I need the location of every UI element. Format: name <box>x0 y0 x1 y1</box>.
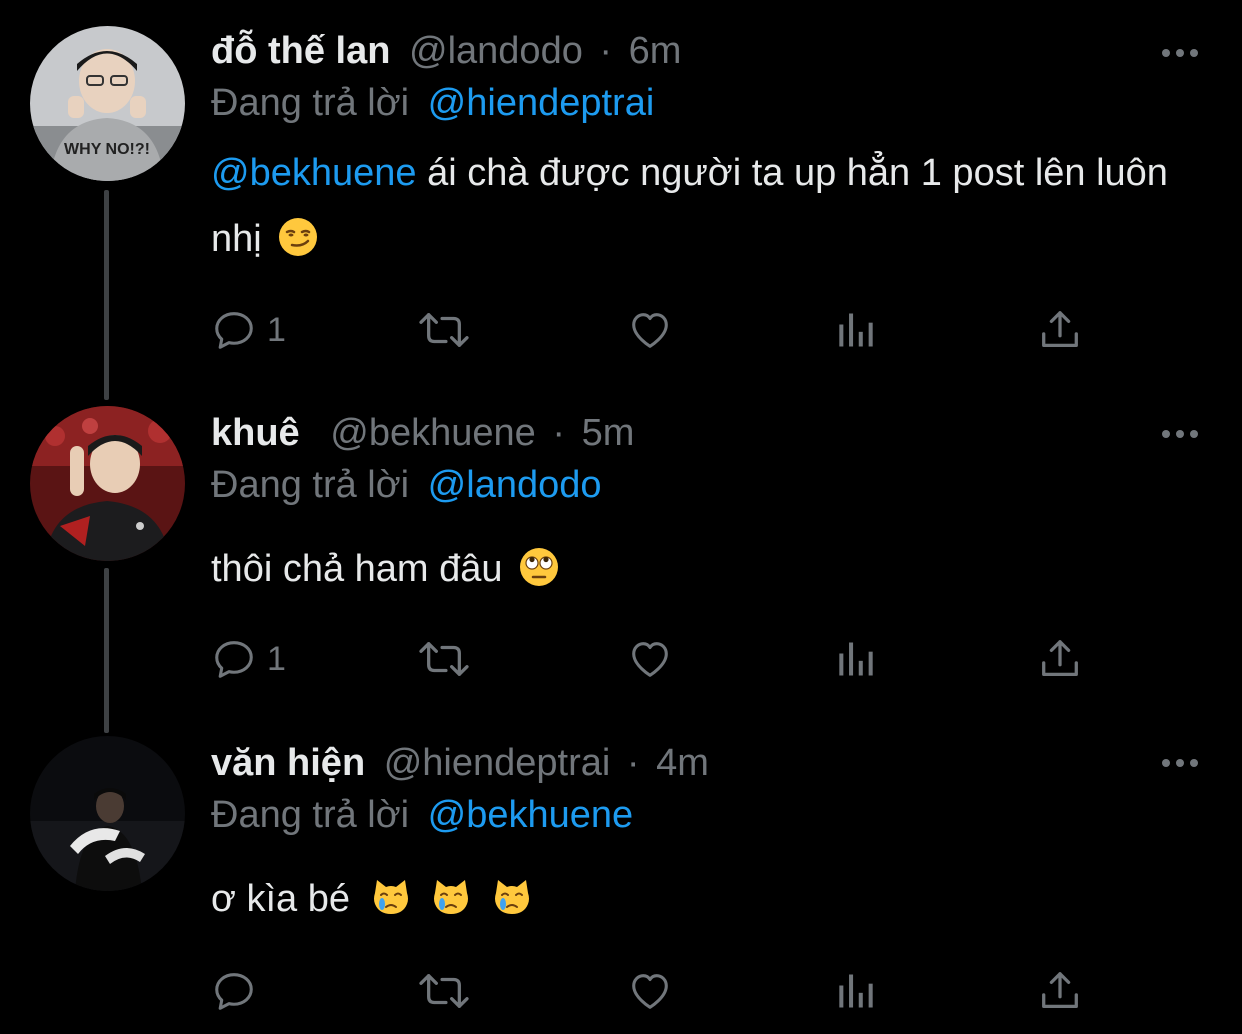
thread-line <box>104 568 109 733</box>
mention-link[interactable]: @bekhuene <box>211 152 417 194</box>
like-button[interactable] <box>626 305 674 355</box>
retweet-icon <box>419 642 469 676</box>
share-icon <box>1042 311 1078 347</box>
replying-to: Đang trả lời @landodo <box>211 462 602 508</box>
replying-to-label: Đang trả lời <box>211 82 410 124</box>
replying-to-label: Đang trả lời <box>211 464 410 506</box>
crying-cat-face-emoji <box>492 872 532 938</box>
author-handle[interactable]: @hiendeptrai <box>384 742 611 784</box>
crying-cat-face-emoji <box>371 872 411 938</box>
author-name[interactable]: văn hiện <box>211 742 365 784</box>
author-name[interactable]: đỗ thế lan <box>211 30 390 72</box>
reply-icon <box>215 641 253 678</box>
tweet-body: thôi chả ham đâu <box>211 548 503 590</box>
like-icon <box>632 642 668 677</box>
tweet-actions <box>211 966 1091 1016</box>
replying-to-mention[interactable]: @landodo <box>428 464 602 506</box>
analytics-button[interactable] <box>834 634 878 684</box>
avatar[interactable] <box>30 406 185 561</box>
tweet-header: văn hiện @hiendeptrai · 4m <box>211 740 709 786</box>
analytics-button[interactable] <box>834 305 878 355</box>
retweet-icon <box>419 313 469 347</box>
analytics-button[interactable] <box>834 966 878 1016</box>
avatar[interactable]: WHY NO!?! <box>30 26 185 181</box>
reply-count: 1 <box>267 311 286 349</box>
more-icon <box>1162 430 1198 438</box>
reply-icon <box>215 973 253 1010</box>
avatar[interactable] <box>30 736 185 891</box>
thread-line <box>104 190 109 400</box>
author-name[interactable]: khuê <box>211 412 300 454</box>
like-icon <box>632 974 668 1009</box>
replying-to-mention[interactable]: @bekhuene <box>428 794 634 836</box>
author-handle[interactable]: @bekhuene <box>330 412 536 454</box>
more-button[interactable] <box>1160 45 1200 61</box>
replying-to: Đang trả lời @hiendeptrai <box>211 80 654 126</box>
share-button[interactable] <box>1037 305 1083 355</box>
face-with-rolling-eyes-emoji <box>519 542 559 608</box>
like-icon <box>632 313 668 348</box>
tweet-header: khuê @bekhuene · 5m <box>211 410 634 456</box>
svg-text:WHY NO!?!: WHY NO!?! <box>64 141 150 158</box>
timestamp[interactable]: 4m <box>656 742 709 784</box>
separator: · <box>599 30 613 72</box>
separator: · <box>552 412 565 454</box>
reply-icon <box>215 312 253 349</box>
more-icon <box>1162 759 1198 767</box>
retweet-icon <box>419 974 469 1008</box>
share-icon <box>1042 972 1078 1008</box>
more-icon <box>1162 49 1198 57</box>
like-button[interactable] <box>626 634 674 684</box>
separator: · <box>626 742 640 784</box>
retweet-button[interactable] <box>416 634 472 684</box>
replying-to: Đang trả lời @bekhuene <box>211 792 633 838</box>
retweet-button[interactable] <box>416 305 472 355</box>
reply-button[interactable]: 1 <box>211 305 286 355</box>
timestamp[interactable]: 5m <box>582 412 635 454</box>
more-button[interactable] <box>1160 755 1200 771</box>
smirking-face-emoji <box>278 212 318 278</box>
tweet-text: thôi chả ham đâu <box>211 536 1171 608</box>
crying-cat-face-emoji <box>431 872 471 938</box>
reply-button[interactable] <box>211 966 267 1016</box>
tweet-actions: 1 <box>211 634 1091 684</box>
timestamp[interactable]: 6m <box>629 30 682 72</box>
analytics-icon <box>839 974 873 1008</box>
tweet-text: ơ kìa bé <box>211 866 1171 938</box>
share-button[interactable] <box>1037 966 1083 1016</box>
reply-button[interactable]: 1 <box>211 634 286 684</box>
share-button[interactable] <box>1037 634 1083 684</box>
tweet-actions: 1 <box>211 305 1091 355</box>
author-handle[interactable]: @landodo <box>409 30 583 72</box>
tweet-text: @bekhuene ái chà được người ta up hẳn 1 … <box>211 140 1171 278</box>
more-button[interactable] <box>1160 426 1200 442</box>
replying-to-mention[interactable]: @hiendeptrai <box>428 82 655 124</box>
tweet-header: đỗ thế lan @landodo · 6m <box>211 28 681 74</box>
like-button[interactable] <box>626 966 674 1016</box>
retweet-button[interactable] <box>416 966 472 1016</box>
analytics-icon <box>839 642 873 676</box>
share-icon <box>1042 640 1078 676</box>
tweet-body: ơ kìa bé <box>211 878 350 920</box>
analytics-icon <box>839 313 873 347</box>
reply-count: 1 <box>267 640 286 678</box>
replying-to-label: Đang trả lời <box>211 794 410 836</box>
